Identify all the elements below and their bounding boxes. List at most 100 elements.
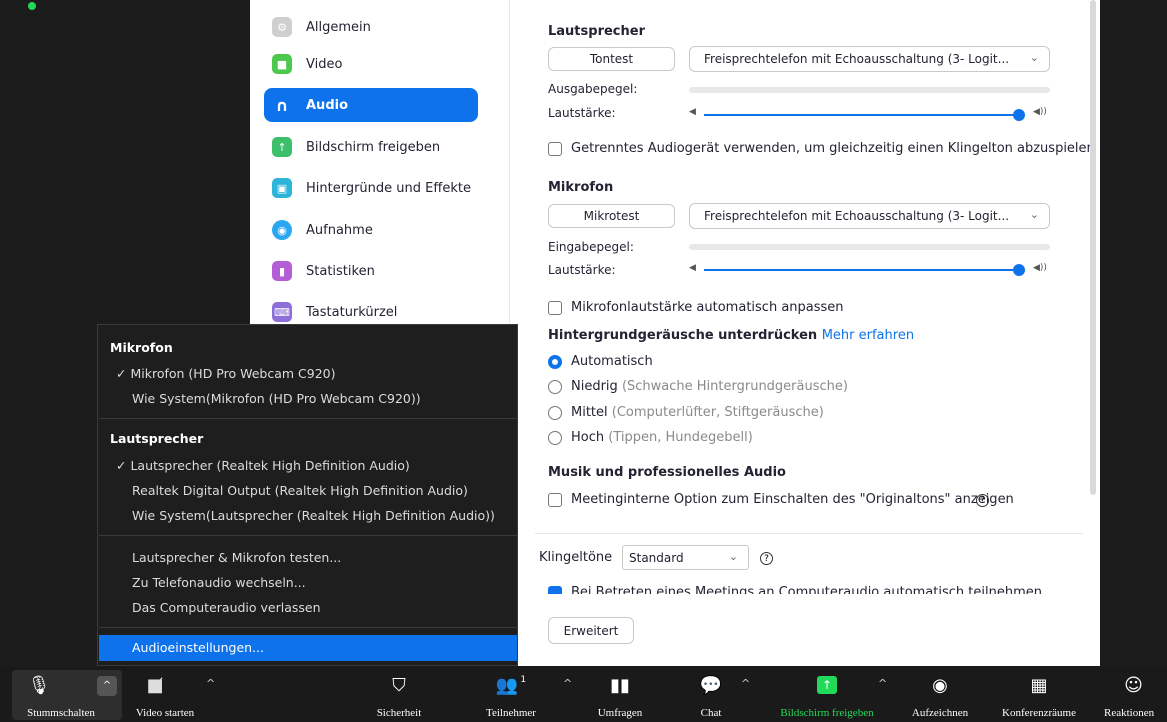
security-button[interactable]: ⛉ Sicherheit bbox=[360, 666, 438, 722]
separate-audio-checkbox[interactable] bbox=[548, 142, 562, 156]
participants-button[interactable]: 👥 1 Teilnehmer bbox=[470, 666, 552, 722]
auto-join-row: Bei Betreten eines Meetings an Computera… bbox=[511, 582, 1086, 594]
share-screen-icon: ↑ bbox=[764, 674, 890, 696]
sidebar-item-audio[interactable]: ∩ Audio bbox=[264, 88, 478, 122]
participants-icon: 👥 1 bbox=[495, 674, 527, 696]
original-sound-label: Meetinginterne Option zum Einschalten de… bbox=[571, 492, 1014, 507]
menu-item-label: Mikrofon (HD Pro Webcam C920) bbox=[130, 366, 336, 381]
speaker-volume-thumb[interactable] bbox=[1013, 109, 1025, 121]
share-options-caret[interactable]: ^ bbox=[878, 677, 887, 690]
speaker-volume-slider[interactable] bbox=[704, 114, 1018, 116]
sidebar-item-label: Bildschirm freigeben bbox=[306, 139, 441, 155]
video-options-caret[interactable]: ^ bbox=[206, 677, 215, 690]
keyboard-icon: ⌨ bbox=[272, 302, 292, 322]
sidebar-item-recording[interactable]: ◉ Aufnahme bbox=[264, 213, 478, 247]
participants-count: 1 bbox=[520, 675, 527, 685]
menu-item-mic-2[interactable]: Wie System(Mikrofon (HD Pro Webcam C920)… bbox=[132, 391, 421, 406]
menu-item-speaker-2[interactable]: Realtek Digital Output (Realtek High Def… bbox=[132, 483, 468, 498]
sidebar-item-backgrounds[interactable]: ▣ Hintergründe und Effekte bbox=[264, 171, 478, 205]
chat-button[interactable]: 💬 Chat bbox=[676, 666, 746, 722]
headphones-icon: ∩ bbox=[275, 95, 289, 115]
record-label: Aufzeichnen bbox=[911, 707, 969, 719]
speaker-device-select[interactable]: Freisprechtelefon mit Echoausschaltung (… bbox=[689, 46, 1050, 72]
chevron-down-icon: ⌄ bbox=[1029, 51, 1039, 64]
noise-option-auto: Automatisch bbox=[571, 354, 653, 369]
speaker-volume-label: Lautstärke: bbox=[548, 106, 616, 120]
video-button[interactable]: ■̸ Video starten bbox=[120, 666, 210, 722]
scrollbar[interactable] bbox=[1090, 0, 1096, 495]
mic-volume-thumb[interactable] bbox=[1013, 264, 1025, 276]
noise-heading: Hintergrundgeräusche unterdrücken Mehr e… bbox=[548, 328, 914, 343]
sidebar-item-share-screen[interactable]: ↑ Bildschirm freigeben bbox=[264, 130, 478, 164]
output-level-label: Ausgabepegel: bbox=[548, 82, 638, 96]
breakout-rooms-button[interactable]: ▦ Konferenzräume bbox=[988, 666, 1090, 722]
menu-item-phone-audio[interactable]: Zu Telefonaudio wechseln... bbox=[132, 575, 306, 590]
mic-auto-adjust-label: Mikrofonlautstärke automatisch anpassen bbox=[571, 300, 844, 315]
ringtone-value: Standard bbox=[629, 550, 684, 565]
noise-option-hint: (Computerlüfter, Stiftgeräusche) bbox=[611, 405, 824, 420]
learn-more-link[interactable]: Mehr erfahren bbox=[822, 328, 914, 343]
check-icon: ✓ bbox=[116, 458, 127, 473]
menu-item-label: Lautsprecher (Realtek High Definition Au… bbox=[130, 458, 410, 473]
music-heading: Musik und professionelles Audio bbox=[548, 465, 786, 480]
auto-join-checkbox[interactable] bbox=[548, 586, 562, 594]
polls-button[interactable]: ▮▮ Umfragen bbox=[585, 666, 655, 722]
menu-item-test[interactable]: Lautsprecher & Mikrofon testen... bbox=[132, 550, 341, 565]
noise-radio-high[interactable] bbox=[548, 431, 562, 445]
reactions-button[interactable]: ☺ Reaktionen bbox=[1100, 666, 1167, 722]
speaker-test-button[interactable]: Tontest bbox=[548, 47, 675, 71]
mic-volume-label: Lautstärke: bbox=[548, 263, 616, 277]
volume-high-icon: ◀)) bbox=[1033, 263, 1047, 273]
help-icon[interactable]: ? bbox=[976, 494, 989, 507]
video-off-icon: ■̸ bbox=[146, 674, 164, 696]
sidebar-item-label: Audio bbox=[306, 97, 349, 113]
mic-test-button[interactable]: Mikrotest bbox=[548, 204, 675, 228]
polls-icon: ▮▮ bbox=[610, 674, 630, 696]
chevron-down-icon: ⌄ bbox=[728, 550, 738, 563]
mic-device-select[interactable]: Freisprechtelefon mit Echoausschaltung (… bbox=[689, 203, 1050, 229]
background-icon: ▣ bbox=[272, 178, 292, 198]
speaker-device-value: Freisprechtelefon mit Echoausschaltung (… bbox=[704, 52, 1010, 66]
chat-options-caret[interactable]: ^ bbox=[741, 677, 750, 690]
record-button[interactable]: ◉ Aufzeichnen bbox=[900, 666, 980, 722]
ringtone-select[interactable]: Standard ⌄ bbox=[622, 545, 749, 570]
menu-item-speaker-3[interactable]: Wie System(Lautsprecher (Realtek High De… bbox=[132, 508, 495, 523]
noise-option-high: Hoch (Tippen, Hundegebell) bbox=[571, 430, 753, 445]
noise-option-low: Niedrig (Schwache Hintergrundgeräusche) bbox=[571, 379, 848, 394]
advanced-button[interactable]: Erweitert bbox=[548, 617, 634, 644]
menu-speaker-heading: Lautsprecher bbox=[110, 431, 204, 446]
noise-option-hint: (Schwache Hintergrundgeräusche) bbox=[621, 379, 848, 394]
noise-radio-auto[interactable] bbox=[548, 355, 562, 369]
status-dot bbox=[28, 2, 36, 10]
help-icon[interactable]: ? bbox=[760, 552, 773, 565]
sidebar-item-video[interactable]: ■ Video bbox=[264, 47, 478, 81]
shield-icon: ⛉ bbox=[392, 674, 406, 696]
chat-icon: 💬 bbox=[699, 674, 723, 696]
mic-auto-adjust-checkbox[interactable] bbox=[548, 301, 562, 315]
share-screen-button[interactable]: ↑ Bildschirm freigeben bbox=[764, 666, 890, 722]
share-screen-label: Bildschirm freigeben bbox=[780, 707, 874, 719]
input-level-label: Eingabepegel: bbox=[548, 240, 634, 254]
mic-heading: Mikrofon bbox=[548, 180, 614, 195]
sidebar-item-general[interactable]: ⚙ Allgemein bbox=[264, 10, 478, 44]
reactions-icon: ☺ bbox=[1124, 674, 1143, 696]
menu-item-audio-settings[interactable]: Audioeinstellungen... bbox=[99, 635, 517, 661]
sidebar-item-statistics[interactable]: ▮ Statistiken bbox=[264, 254, 478, 288]
participants-options-caret[interactable]: ^ bbox=[563, 677, 572, 690]
reactions-label: Reaktionen bbox=[1104, 707, 1155, 719]
sidebar-item-label: Video bbox=[306, 56, 343, 72]
gear-icon: ⚙ bbox=[272, 17, 292, 37]
divider bbox=[535, 533, 1083, 534]
chat-label: Chat bbox=[700, 707, 722, 719]
original-sound-checkbox[interactable] bbox=[548, 493, 562, 507]
mic-volume-slider[interactable] bbox=[704, 269, 1018, 271]
sidebar-item-label: Allgemein bbox=[306, 19, 371, 35]
menu-item-speaker-1[interactable]: ✓ Lautsprecher (Realtek High Definition … bbox=[116, 458, 410, 473]
noise-radio-medium[interactable] bbox=[548, 406, 562, 420]
polls-label: Umfragen bbox=[597, 707, 643, 719]
menu-item-mic-1[interactable]: ✓ Mikrofon (HD Pro Webcam C920) bbox=[116, 366, 336, 381]
noise-radio-low[interactable] bbox=[548, 380, 562, 394]
menu-item-label: Audioeinstellungen... bbox=[132, 640, 264, 655]
menu-item-leave-audio[interactable]: Das Computeraudio verlassen bbox=[132, 600, 321, 615]
auto-join-label: Bei Betreten eines Meetings an Computera… bbox=[571, 585, 1042, 594]
